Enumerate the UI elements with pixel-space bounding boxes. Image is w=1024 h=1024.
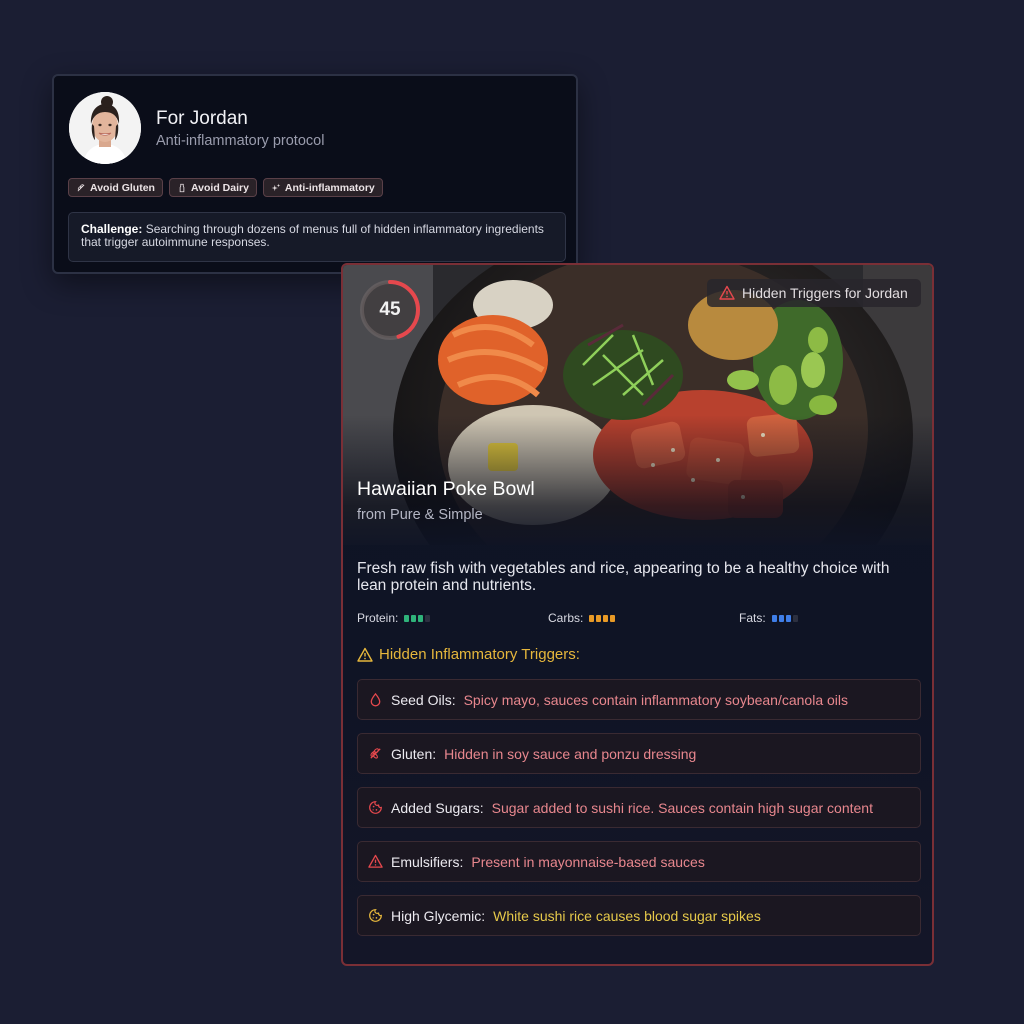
wheat-icon bbox=[370, 748, 381, 759]
macro-label: Carbs: bbox=[548, 611, 584, 625]
trigger-detail: White sushi rice causes blood sugar spik… bbox=[493, 907, 761, 924]
trigger-detail: Hidden in soy sauce and ponzu dressing bbox=[444, 745, 697, 762]
trigger-name: Gluten: bbox=[391, 745, 437, 762]
score-value: 45 bbox=[379, 299, 401, 320]
trigger-added-sugars[interactable]: Added Sugars: Sugar added to sushi rice.… bbox=[357, 787, 921, 828]
trigger-name: Added Sugars: bbox=[391, 799, 484, 816]
meal-card[interactable]: 45 Hidden Triggers for Jordan Hawaiian P… bbox=[341, 263, 934, 966]
meal-description: Fresh raw fish with vegetables and rice,… bbox=[357, 560, 890, 594]
trigger-list: Seed Oils: Spicy mayo, sauces contain in… bbox=[357, 679, 921, 949]
profile-card: For Jordan Anti-inflammatory protocol Av… bbox=[52, 74, 578, 274]
triggers-heading: Hidden Inflammatory Triggers: bbox=[357, 646, 580, 663]
macro-bar-segment bbox=[771, 614, 777, 622]
sparkle-icon bbox=[271, 183, 281, 191]
hidden-triggers-badge[interactable]: Hidden Triggers for Jordan bbox=[707, 279, 921, 307]
warning-icon bbox=[368, 854, 383, 868]
droplet-icon bbox=[370, 692, 381, 707]
macro-bar-segment bbox=[411, 614, 417, 622]
trigger-emulsifiers[interactable]: Emulsifiers: Present in mayonnaise-based… bbox=[357, 841, 921, 882]
macro-bar-segment bbox=[589, 614, 595, 622]
macro-bar-segment bbox=[596, 614, 602, 622]
trigger-detail: Spicy mayo, sauces contain inflammatory … bbox=[463, 691, 849, 708]
warning-icon bbox=[719, 285, 735, 300]
macro-bar-segment bbox=[778, 614, 784, 622]
tag-anti-inflammatory[interactable]: Anti-inflammatory bbox=[262, 178, 383, 197]
macro-label: Fats: bbox=[739, 611, 766, 625]
meal-photo: 45 Hidden Triggers for Jordan Hawaiian P… bbox=[343, 265, 932, 545]
macro-bar-segment bbox=[425, 614, 431, 622]
tag-label: Avoid Dairy bbox=[190, 181, 249, 194]
challenge-label: Challenge: bbox=[81, 222, 143, 236]
avatar bbox=[69, 92, 141, 164]
macro-bar-segment bbox=[785, 614, 791, 622]
cookie-icon bbox=[369, 801, 382, 814]
trigger-name: Seed Oils: bbox=[391, 691, 456, 708]
tag-avoid-dairy[interactable]: Avoid Dairy bbox=[168, 178, 257, 197]
triggers-heading-text: Hidden Inflammatory Triggers: bbox=[379, 646, 580, 663]
trigger-gluten[interactable]: Gluten: Hidden in soy sauce and ponzu dr… bbox=[357, 733, 921, 774]
milk-bottle-icon bbox=[179, 183, 185, 192]
macro-bar-segment bbox=[610, 614, 616, 622]
challenge-text: Searching through dozens of menus full o… bbox=[81, 222, 544, 249]
health-score: 45 bbox=[358, 278, 422, 342]
wheat-icon bbox=[77, 183, 85, 191]
macro-bars bbox=[589, 614, 616, 622]
tag-label: Avoid Gluten bbox=[90, 181, 155, 194]
meal-source: from Pure & Simple bbox=[357, 507, 483, 523]
macro-bars bbox=[771, 614, 798, 622]
trigger-name: High Glycemic: bbox=[391, 907, 486, 924]
macro-fats: Fats: bbox=[739, 611, 798, 625]
trigger-seed-oils[interactable]: Seed Oils: Spicy mayo, sauces contain in… bbox=[357, 679, 921, 720]
macro-carbs: Carbs: bbox=[548, 611, 616, 625]
meal-title: Hawaiian Poke Bowl bbox=[357, 478, 535, 500]
badge-label: Hidden Triggers for Jordan bbox=[742, 285, 908, 301]
macro-bar-segment bbox=[792, 614, 798, 622]
tag-label: Anti-inflammatory bbox=[284, 181, 375, 194]
trigger-high-glycemic[interactable]: High Glycemic: White sushi rice causes b… bbox=[357, 895, 921, 936]
macro-label: Protein: bbox=[357, 611, 399, 625]
macro-bars bbox=[404, 614, 431, 622]
cookie-icon bbox=[369, 909, 382, 922]
macro-bar-segment bbox=[603, 614, 609, 622]
trigger-detail: Sugar added to sushi rice. Sauces contai… bbox=[491, 799, 873, 816]
macros: Protein: Carbs: Fats: bbox=[357, 611, 917, 627]
challenge-box: Challenge: Searching through dozens of m… bbox=[68, 212, 566, 262]
trigger-name: Emulsifiers: bbox=[391, 853, 464, 870]
warning-icon bbox=[357, 647, 373, 662]
macro-bar-segment bbox=[418, 614, 424, 622]
trigger-detail: Present in mayonnaise-based sauces bbox=[471, 853, 705, 870]
profile-name: For Jordan bbox=[156, 108, 248, 129]
profile-protocol: Anti-inflammatory protocol bbox=[156, 133, 325, 149]
macro-bar-segment bbox=[404, 614, 410, 622]
tag-avoid-gluten[interactable]: Avoid Gluten bbox=[68, 178, 163, 197]
macro-protein: Protein: bbox=[357, 611, 431, 625]
diet-tags: Avoid Gluten Avoid Dairy Anti-inflammato… bbox=[68, 178, 383, 197]
